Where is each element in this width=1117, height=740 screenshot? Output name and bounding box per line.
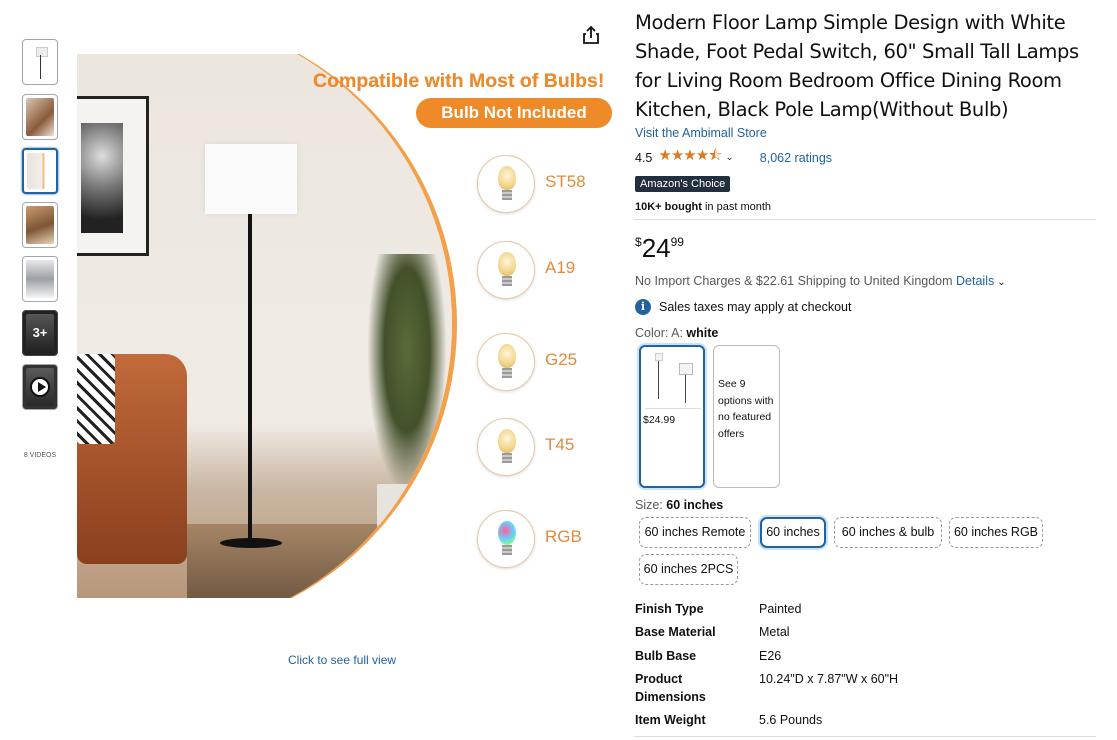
thumbnail-image-1[interactable] xyxy=(22,39,58,85)
bought-rest: in past month xyxy=(701,201,772,213)
price: $2499 xyxy=(635,233,684,264)
plant-pot xyxy=(377,484,419,534)
bulb-option: A19 xyxy=(477,241,617,301)
bought-bold: 10K+ bought xyxy=(635,201,702,213)
promo-headline: Compatible with Most of Bulbs! xyxy=(313,70,605,92)
bulb-icon xyxy=(477,333,535,391)
size-option-60-inches[interactable]: 60 inches xyxy=(760,517,826,548)
thumbnail-image-2[interactable] xyxy=(22,94,58,140)
bulb-icon xyxy=(477,155,535,213)
bulb-icon xyxy=(477,510,535,568)
price-whole: 24 xyxy=(641,233,671,263)
spec-key: Finish Type xyxy=(635,602,704,616)
play-icon xyxy=(30,377,50,397)
store-link[interactable]: Visit the Ambimall Store xyxy=(635,126,1097,140)
chevron-down-icon[interactable]: ⌄ xyxy=(725,152,733,163)
bulb-label: G25 xyxy=(545,350,578,369)
spec-value: Painted xyxy=(759,602,802,616)
spec-key: Product Dimensions xyxy=(635,672,706,704)
size-option-60-inches-bulb[interactable]: 60 inches & bulb xyxy=(834,517,942,548)
promo-pill: Bulb Not Included xyxy=(416,98,612,128)
thumbnail-videos[interactable] xyxy=(22,364,58,410)
bulb-label: ST58 xyxy=(545,172,586,191)
spec-key: Bulb Base xyxy=(635,649,697,663)
size-option-60-inches-remote[interactable]: 60 inches Remote xyxy=(639,517,751,548)
color-selected-value: white xyxy=(686,326,719,340)
pillow xyxy=(77,354,115,444)
rating-value: 4.5 xyxy=(635,150,653,165)
bulb-option: RGB xyxy=(477,510,617,570)
divider xyxy=(634,736,1096,737)
bulb-option: ST58 xyxy=(477,155,617,215)
lamp-pole xyxy=(248,214,252,544)
thumbnail-preview xyxy=(26,43,54,81)
share-icon[interactable] xyxy=(580,24,602,46)
star-rating-icon[interactable]: ★★★★⯪ xyxy=(658,145,722,170)
shipping-info: No Import Charges & $22.61 Shipping to U… xyxy=(635,274,1006,288)
color-label-prefix: Color: A: xyxy=(635,326,687,340)
tax-note: i Sales taxes may apply at checkout xyxy=(635,299,851,315)
rating-row: 4.5 ★★★★⯪ ⌄ 8,062 ratings xyxy=(635,145,1097,170)
price-fraction: 99 xyxy=(670,235,684,249)
more-images-count: 3+ xyxy=(32,325,48,340)
swatch-price: $24.99 xyxy=(643,414,676,426)
size-label: Size: 60 inches xyxy=(635,498,723,512)
videos-count-label: 8 VIDEOS xyxy=(23,452,57,459)
color-swatch-white[interactable]: $24.99 xyxy=(639,345,705,488)
wall-art xyxy=(77,96,149,256)
bulb-icon xyxy=(477,418,535,476)
color-label: Color: A: white xyxy=(635,326,718,340)
bulb-icon xyxy=(477,241,535,299)
price-symbol: $ xyxy=(635,235,642,249)
ratings-count-link[interactable]: 8,062 ratings xyxy=(760,151,832,165)
bulb-option: G25 xyxy=(477,333,617,393)
spec-key: Base Material xyxy=(635,625,716,639)
swatch-image xyxy=(645,351,701,409)
spec-value: 10.24"D x 7.87"W x 60"H xyxy=(759,672,899,686)
thumbnail-preview xyxy=(27,153,53,189)
bulb-option: T45 xyxy=(477,418,617,478)
thumbnail-image-3[interactable] xyxy=(22,148,58,194)
plant xyxy=(367,254,447,494)
spec-value: 5.6 Pounds xyxy=(759,713,823,727)
product-info: Modern Floor Lamp Simple Design with Whi… xyxy=(635,8,1097,213)
size-selected-value: 60 inches xyxy=(666,498,724,512)
bulb-label: A19 xyxy=(545,258,576,277)
thumbnail-preview xyxy=(26,260,54,298)
chevron-down-icon[interactable]: ⌄ xyxy=(997,277,1005,288)
thumbnail-preview xyxy=(26,206,54,244)
product-title: Modern Floor Lamp Simple Design with Whi… xyxy=(635,11,1079,121)
bulb-label: RGB xyxy=(545,527,582,546)
color-swatch-see-options[interactable]: See 9 options with no featured offers xyxy=(713,345,780,488)
thumbnail-more-images[interactable]: 3+ xyxy=(22,310,58,356)
tax-note-text: Sales taxes may apply at checkout xyxy=(659,300,852,314)
size-option-60-inches-2pcs[interactable]: 60 inches 2PCS xyxy=(639,554,738,585)
shipping-text: No Import Charges & $22.61 Shipping to U… xyxy=(635,274,957,288)
bought-count: 10K+ bought in past month xyxy=(635,201,1097,213)
size-label-prefix: Size: xyxy=(635,498,667,512)
spec-value: E26 xyxy=(759,649,782,663)
lamp-shade xyxy=(205,144,297,214)
thumbnail-image-5[interactable] xyxy=(22,256,58,302)
info-icon: i xyxy=(635,299,651,315)
lifestyle-photo xyxy=(77,54,457,598)
amazons-choice-badge: Amazon's Choice xyxy=(635,176,731,192)
lamp-base xyxy=(220,538,282,548)
size-option-60-inches-rgb[interactable]: 60 inches RGB xyxy=(949,517,1043,548)
shipping-details-link[interactable]: Details xyxy=(956,274,994,288)
swatch-see-options-text: See 9 options with no featured offers xyxy=(718,378,774,440)
thumbnail-preview xyxy=(26,98,54,136)
spec-value: Metal xyxy=(759,625,790,639)
bulb-label: T45 xyxy=(545,435,575,454)
full-view-link[interactable]: Click to see full view xyxy=(288,653,396,667)
spec-key: Item Weight xyxy=(635,713,706,727)
main-product-image[interactable]: Compatible with Most of Bulbs! Bulb Not … xyxy=(77,54,620,598)
thumbnail-image-4[interactable] xyxy=(22,202,58,248)
divider xyxy=(634,219,1096,220)
rug xyxy=(187,524,452,598)
